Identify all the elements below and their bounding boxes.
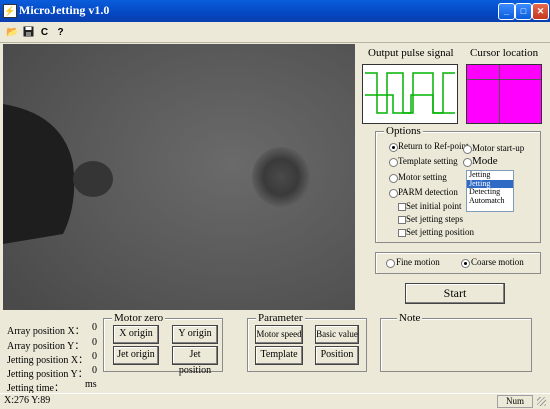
motor-setting-radio[interactable] — [389, 174, 398, 183]
cursor-location-display — [466, 64, 542, 124]
minimize-button[interactable]: _ — [498, 3, 515, 20]
basic-value-button[interactable]: Basic value — [315, 325, 359, 344]
resize-grip-icon[interactable] — [537, 397, 546, 406]
set-initial-point-checkbox[interactable] — [398, 203, 406, 211]
cursor-coords: X:276 Y:89 — [4, 395, 51, 406]
help-icon[interactable]: ? — [54, 26, 67, 39]
pulse-signal-display — [362, 64, 458, 124]
motor-setting-label: Motor setting — [398, 172, 447, 182]
motor-startup-radio[interactable] — [463, 145, 472, 154]
window-title: MicroJetting v1.0 — [19, 3, 110, 17]
jet-origin-button[interactable]: Jet origin — [113, 346, 159, 365]
set-jetting-position-checkbox[interactable] — [398, 229, 406, 237]
status-num-panel: Num — [497, 395, 533, 408]
fine-motion-label: Fine motion — [396, 257, 440, 267]
coarse-motion-radio[interactable] — [461, 259, 470, 268]
toolbar: 📂 C ? — [0, 24, 550, 43]
status-bar: X:276 Y:89 Num — [0, 393, 550, 409]
camera-view — [3, 44, 355, 310]
cursor-crosshair-v — [499, 65, 500, 123]
coarse-motion-label: Coarse motion — [471, 257, 524, 267]
array-position-x-value: 0 — [92, 322, 97, 333]
lightning-icon: ⚡ — [3, 4, 17, 18]
set-jetting-steps-label: Set jetting steps — [406, 214, 463, 224]
mode-label: Mode — [472, 155, 498, 167]
array-position-y-label: Array position Y： — [7, 341, 85, 352]
title-bar: ⚡ MicroJetting v1.0 _ □ ✕ — [0, 0, 550, 22]
return-ref-radio[interactable] — [389, 143, 398, 152]
parm-detection-label: PARM detection — [398, 187, 458, 197]
mode-listbox[interactable]: Jetting Jetting Detecting Automatch — [466, 170, 514, 212]
motor-zero-title: Motor zero — [112, 312, 166, 324]
jetting-position-y-label: Jetting position Y： — [7, 369, 88, 380]
cursor-location-title: Cursor location — [470, 47, 539, 59]
jetting-position-x-value: 0 — [92, 351, 97, 362]
template-setting-label: Template setting — [398, 156, 458, 166]
set-jetting-steps-checkbox[interactable] — [398, 216, 406, 224]
save-icon[interactable] — [22, 26, 35, 39]
jet-position-button[interactable]: Jet position — [172, 346, 218, 376]
set-initial-point-label: Set initial point — [406, 201, 462, 211]
jetting-time-unit: ms — [85, 379, 97, 390]
motor-speed-button[interactable]: Motor speed — [255, 325, 303, 344]
jetting-position-x-label: Jetting position X： — [7, 355, 89, 366]
note-group: Note — [380, 312, 532, 372]
c-button[interactable]: C — [38, 26, 51, 39]
return-ref-label: Return to Ref-point — [398, 141, 469, 151]
mode-list-item[interactable]: Automatch — [467, 196, 513, 206]
mode-radio[interactable] — [463, 158, 472, 167]
set-jetting-position-label: Set jetting position — [406, 227, 475, 237]
open-folder-icon[interactable]: 📂 — [6, 26, 19, 39]
template-button[interactable]: Template — [255, 346, 303, 365]
start-button[interactable]: Start — [405, 283, 505, 304]
maximize-button[interactable]: □ — [515, 3, 532, 20]
array-position-x-label: Array position X： — [7, 326, 85, 337]
output-pulse-title: Output pulse signal — [368, 47, 454, 59]
motor-startup-label: Motor start-up — [472, 143, 525, 153]
position-button[interactable]: Position — [315, 346, 359, 365]
cursor-crosshair-h — [467, 79, 541, 80]
y-origin-button[interactable]: Y origin — [172, 325, 218, 344]
parm-detection-radio[interactable] — [389, 189, 398, 198]
parameter-title: Parameter — [256, 312, 305, 324]
close-button[interactable]: ✕ — [532, 3, 549, 20]
array-position-y-value: 0 — [92, 337, 97, 348]
fine-motion-radio[interactable] — [386, 259, 395, 268]
x-origin-button[interactable]: X origin — [113, 325, 159, 344]
note-title: Note — [397, 312, 423, 324]
template-setting-radio[interactable] — [389, 158, 398, 167]
jetting-position-y-value: 0 — [92, 365, 97, 376]
jetting-time-label: Jetting time： — [7, 383, 64, 394]
options-title: Options — [384, 125, 423, 137]
